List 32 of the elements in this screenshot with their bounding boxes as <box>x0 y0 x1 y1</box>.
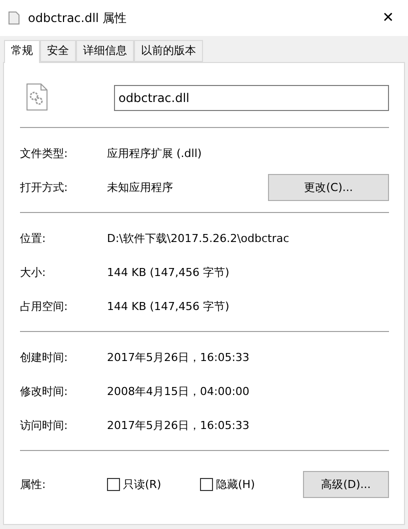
property-value: 144 KB (147,456 字节) <box>107 264 230 280</box>
close-button[interactable]: ✕ <box>376 10 400 26</box>
tab[interactable]: 详细信息 <box>76 40 134 62</box>
tab[interactable]: 常规 <box>4 40 40 63</box>
file-gear-icon <box>26 82 48 110</box>
property-label: 文件类型: <box>20 146 69 160</box>
property-label: 打开方式: <box>20 180 69 194</box>
file-name-field[interactable]: odbctrac.dll <box>114 85 389 111</box>
property-label: 访问时间: <box>20 418 69 432</box>
property-value: 2017年5月26日，16:05:33 <box>107 350 250 364</box>
change-button[interactable]: 更改(C)... <box>268 174 389 200</box>
property-value: 未知应用程序 <box>107 180 174 194</box>
property-value: 应用程序扩展 (.dll) <box>107 146 203 160</box>
checkbox-label: 隐藏(H) <box>216 476 255 492</box>
checkbox-label: 只读(R) <box>123 476 162 492</box>
attributes-label: 属性: <box>20 476 47 492</box>
property-value: 2008年4月15日，04:00:00 <box>107 384 250 398</box>
property-label: 大小: <box>20 264 47 280</box>
property-value: 2017年5月26日，16:05:33 <box>107 418 250 432</box>
checkbox[interactable] <box>200 478 213 490</box>
property-value: 144 KB (147,456 字节) <box>107 298 230 314</box>
property-label: 修改时间: <box>20 384 69 398</box>
tab[interactable]: 安全 <box>40 40 76 62</box>
file-icon <box>8 11 20 25</box>
property-label: 创建时间: <box>20 350 69 364</box>
property-value: D:\软件下载\2017.5.26.2\odbctrac <box>107 230 290 246</box>
advanced-button[interactable]: 高级(D)... <box>303 470 389 498</box>
property-label: 占用空间: <box>20 298 69 314</box>
window-title: odbctrac.dll 属性 <box>28 10 128 26</box>
property-label: 位置: <box>20 230 47 246</box>
tab[interactable]: 以前的版本 <box>134 40 203 62</box>
checkbox[interactable] <box>107 478 120 490</box>
